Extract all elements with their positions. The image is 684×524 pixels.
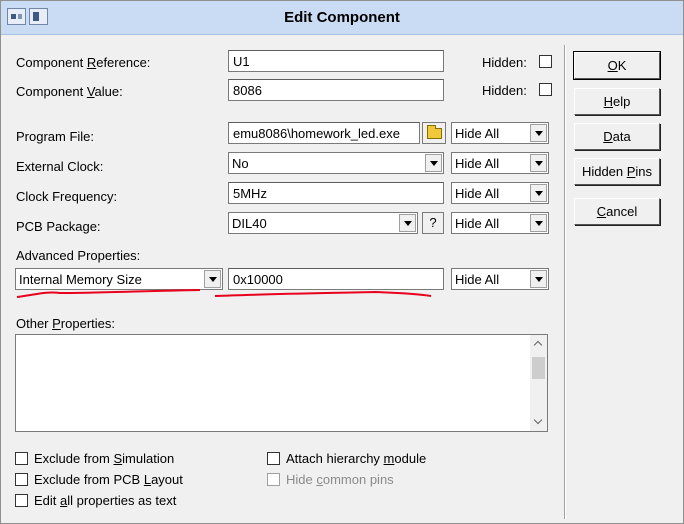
external-clock-label: External Clock:: [16, 159, 104, 174]
chevron-down-icon[interactable]: [530, 154, 547, 172]
value-hidden-checkbox[interactable]: [539, 83, 552, 96]
edit-all-properties-label[interactable]: Edit all properties as text: [34, 493, 176, 508]
clock-frequency-visibility-select[interactable]: Hide All: [451, 182, 549, 204]
advanced-properties-label: Advanced Properties:: [16, 248, 141, 263]
program-file-input[interactable]: emu8086\homework_led.exe: [228, 122, 420, 144]
hidden-pins-button[interactable]: Hidden Pins: [574, 158, 660, 185]
chevron-down-icon[interactable]: [530, 184, 547, 202]
exclude-pcb-layout-checkbox[interactable]: [15, 473, 28, 486]
other-properties-label: Other Properties:: [16, 316, 115, 331]
exclude-pcb-layout-label[interactable]: Exclude from PCB Layout: [34, 472, 183, 487]
folder-icon: [427, 125, 442, 139]
chevron-down-icon[interactable]: [530, 270, 547, 288]
exclude-simulation-checkbox[interactable]: [15, 452, 28, 465]
attach-hierarchy-label[interactable]: Attach hierarchy module: [286, 451, 426, 466]
scroll-down-icon[interactable]: [530, 414, 547, 431]
external-clock-select[interactable]: No: [228, 152, 444, 174]
external-clock-visibility-select[interactable]: Hide All: [451, 152, 549, 174]
data-button[interactable]: Data: [574, 123, 660, 150]
scroll-up-icon[interactable]: [530, 335, 547, 352]
pcb-package-visibility-select[interactable]: Hide All: [451, 212, 549, 234]
reference-hidden-label: Hidden:: [482, 55, 527, 70]
help-button[interactable]: Help: [574, 88, 660, 115]
value-hidden-label: Hidden:: [482, 83, 527, 98]
exclude-simulation-label[interactable]: Exclude from Simulation: [34, 451, 174, 466]
other-properties-textarea[interactable]: [15, 334, 548, 432]
package-help-button[interactable]: ?: [422, 212, 444, 234]
pcb-package-label: PCB Package:: [16, 219, 101, 234]
reference-hidden-checkbox[interactable]: [539, 55, 552, 68]
hide-common-pins-label: Hide common pins: [286, 472, 394, 487]
scroll-thumb[interactable]: [532, 357, 545, 379]
edit-all-properties-checkbox[interactable]: [15, 494, 28, 507]
pcb-package-select[interactable]: DIL40: [228, 212, 418, 234]
attach-hierarchy-checkbox[interactable]: [267, 452, 280, 465]
component-reference-label: Component Reference:: [16, 55, 151, 70]
clock-frequency-label: Clock Frequency:: [16, 189, 118, 204]
component-reference-input[interactable]: U1: [228, 50, 444, 72]
red-underline-annotation: [16, 289, 432, 298]
ok-button[interactable]: OK: [573, 51, 661, 80]
chevron-down-icon[interactable]: [530, 124, 547, 142]
cancel-button[interactable]: Cancel: [574, 198, 660, 225]
title-bar[interactable]: Edit Component: [1, 1, 683, 35]
advanced-property-visibility-select[interactable]: Hide All: [451, 268, 549, 290]
clock-frequency-input[interactable]: 5MHz: [228, 182, 444, 204]
program-file-visibility-select[interactable]: Hide All: [451, 122, 549, 144]
chevron-down-icon[interactable]: [530, 214, 547, 232]
component-value-input[interactable]: 8086: [228, 79, 444, 101]
edit-component-dialog: Edit Component Component Reference: U1 H…: [0, 0, 684, 524]
chevron-down-icon[interactable]: [399, 214, 416, 232]
chevron-down-icon[interactable]: [425, 154, 442, 172]
dialog-title: Edit Component: [284, 9, 400, 26]
vertical-scrollbar[interactable]: [530, 335, 547, 431]
hide-common-pins-checkbox: [267, 473, 280, 486]
browse-folder-button[interactable]: [422, 122, 446, 144]
program-file-label: Program File:: [16, 129, 95, 144]
vertical-divider: [564, 45, 566, 519]
component-value-label: Component Value:: [16, 84, 123, 99]
